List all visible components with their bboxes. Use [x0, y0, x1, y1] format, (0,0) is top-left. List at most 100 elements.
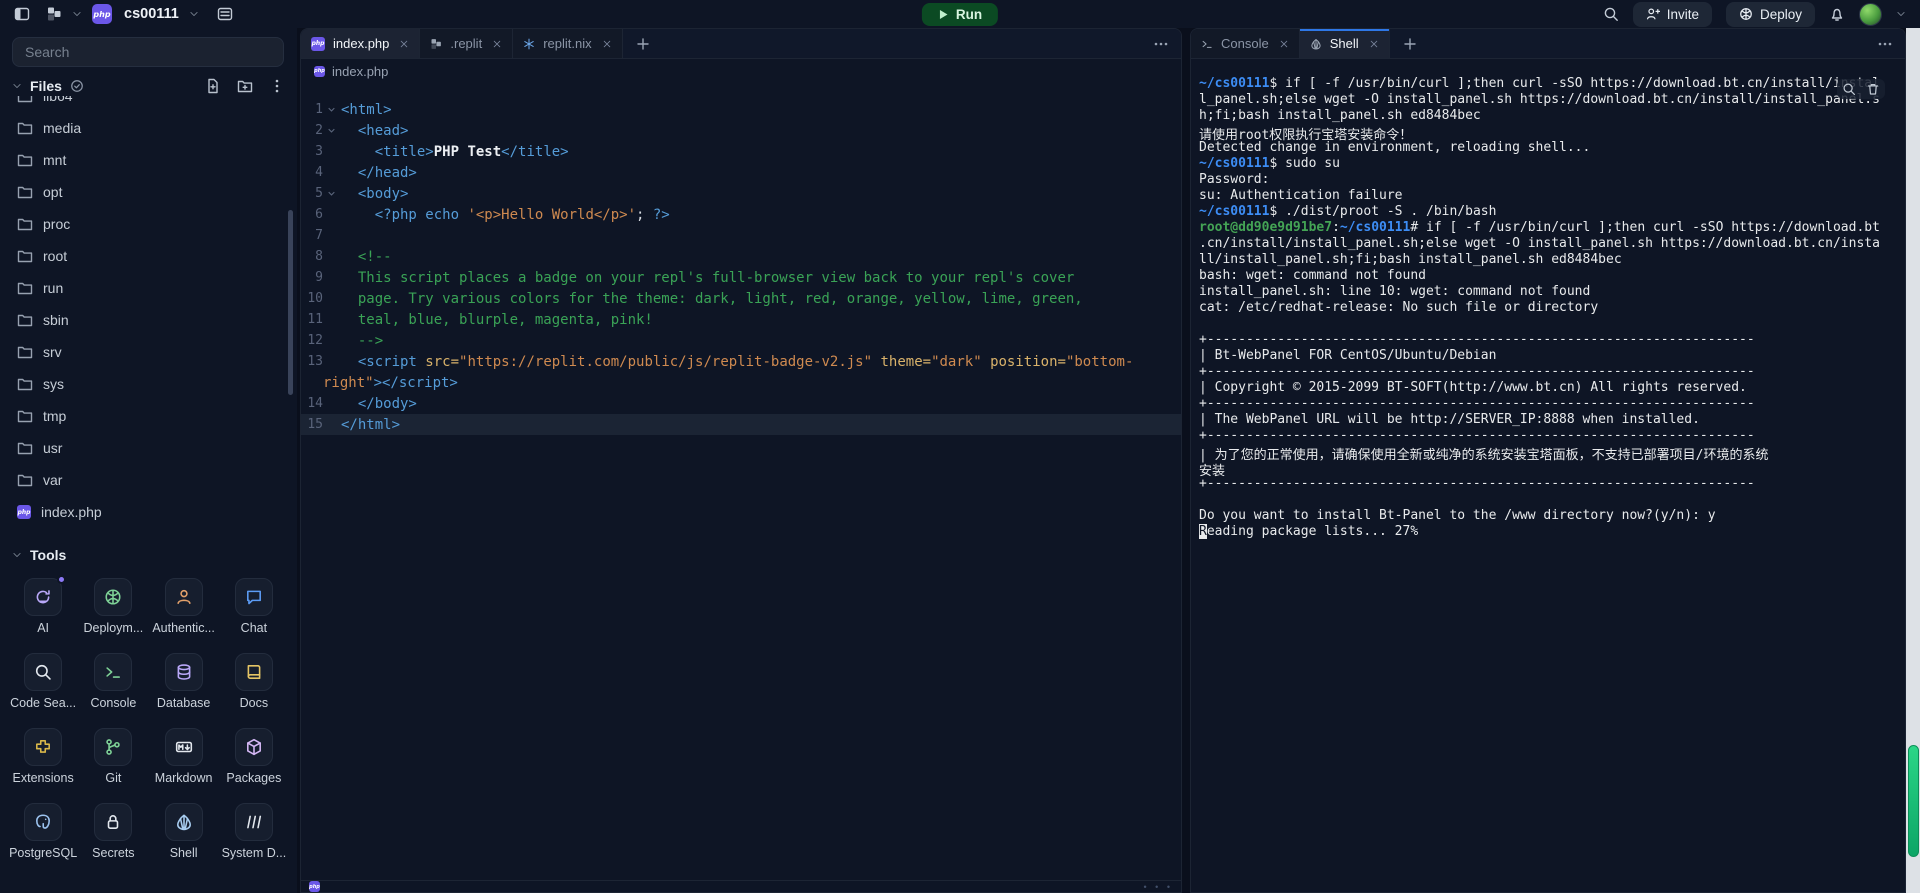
- person-plus-icon: [1646, 7, 1660, 21]
- tool-tile-postgresql[interactable]: PostgreSQL: [8, 803, 78, 878]
- new-file-icon[interactable]: [205, 78, 221, 94]
- fold-chevron-icon[interactable]: [323, 126, 339, 135]
- tool-tile-secrets[interactable]: Secrets: [78, 803, 148, 878]
- code-line-14[interactable]: 14 </body>: [301, 393, 1181, 414]
- file-tree-item-usr[interactable]: usr: [0, 432, 297, 464]
- editor-tabs-menu-icon[interactable]: [1141, 29, 1181, 58]
- code-line-8[interactable]: 8 <!--: [301, 246, 1181, 267]
- tool-tile-markdown[interactable]: Markdown: [149, 728, 219, 803]
- tool-tile-system-d-[interactable]: System D...: [219, 803, 289, 878]
- file-tree-item-var[interactable]: var: [0, 464, 297, 496]
- breadcrumb[interactable]: php index.php: [301, 59, 1181, 83]
- fold-chevron-icon[interactable]: [323, 189, 339, 198]
- window-scrollbar-thumb[interactable]: [1908, 745, 1919, 857]
- tool-tile-code-sea-[interactable]: Code Sea...: [8, 653, 78, 728]
- notifications-bell-icon[interactable]: [1829, 6, 1845, 22]
- tool-tile-deploym-[interactable]: Deploym...: [78, 578, 148, 653]
- file-tree-item-opt[interactable]: opt: [0, 176, 297, 208]
- close-icon[interactable]: [1279, 39, 1289, 49]
- shell-terminal[interactable]: ~/cs00111$ if [ -f /usr/bin/curl ];then …: [1191, 59, 1905, 540]
- chevron-down-icon[interactable]: [72, 9, 82, 19]
- workspace-name[interactable]: cs00111: [124, 6, 179, 22]
- code-line-10[interactable]: 10 page. Try various colors for the them…: [301, 288, 1181, 309]
- close-icon[interactable]: [492, 39, 502, 49]
- tool-tile-extensions[interactable]: Extensions: [8, 728, 78, 803]
- deploy-button[interactable]: Deploy: [1726, 2, 1815, 27]
- tool-tile-docs[interactable]: Docs: [219, 653, 289, 728]
- code-line-wrap[interactable]: right"></script>: [301, 372, 1181, 393]
- php-file-icon: php: [314, 66, 325, 77]
- tool-tile-git[interactable]: Git: [78, 728, 148, 803]
- chevron-down-icon[interactable]: [12, 550, 22, 560]
- file-tree-item-sbin[interactable]: sbin: [0, 304, 297, 336]
- window-scrollbar[interactable]: [1906, 28, 1920, 893]
- tab-shell[interactable]: Shell: [1300, 29, 1390, 58]
- new-folder-icon[interactable]: [237, 78, 253, 94]
- files-menu-icon[interactable]: [269, 78, 285, 94]
- code-line-6[interactable]: 6 <?php echo '<p>Hello World</p>'; ?>: [301, 204, 1181, 225]
- close-icon[interactable]: [602, 39, 612, 49]
- line-number: 15: [301, 417, 323, 432]
- tool-tile-console[interactable]: Console: [78, 653, 148, 728]
- avatar[interactable]: [1859, 3, 1882, 26]
- terminal-search-icon[interactable]: [1842, 82, 1856, 96]
- new-tab-icon[interactable]: [623, 29, 663, 58]
- run-button[interactable]: Run: [922, 3, 998, 26]
- tool-tile-database[interactable]: Database: [149, 653, 219, 728]
- shell-tabs-menu-icon[interactable]: [1865, 29, 1905, 58]
- file-tree-item-media[interactable]: media: [0, 112, 297, 144]
- line-number: 4: [301, 165, 323, 180]
- tab--replit[interactable]: .replit: [420, 29, 513, 58]
- file-tree-item-sys[interactable]: sys: [0, 368, 297, 400]
- invite-button[interactable]: Invite: [1633, 2, 1712, 27]
- code-line-1[interactable]: 1<html>: [301, 99, 1181, 120]
- code-line-4[interactable]: 4 </head>: [301, 162, 1181, 183]
- tool-tile-chat[interactable]: Chat: [219, 578, 289, 653]
- code-line-7[interactable]: 7: [301, 225, 1181, 246]
- terminal-line: ~/cs00111$ sudo su: [1199, 156, 1897, 172]
- tool-tile-packages[interactable]: Packages: [219, 728, 289, 803]
- new-shell-tab-icon[interactable]: [1390, 29, 1430, 58]
- code-line-3[interactable]: 3 <title>PHP Test</title>: [301, 141, 1181, 162]
- tool-tile-ai[interactable]: AI: [8, 578, 78, 653]
- chevron-down-icon[interactable]: [1896, 9, 1906, 19]
- code-editor[interactable]: 1<html>2 <head>3 <title>PHP Test</title>…: [301, 83, 1181, 435]
- close-icon[interactable]: [399, 39, 409, 49]
- file-tree-item-tmp[interactable]: tmp: [0, 400, 297, 432]
- code-line-12[interactable]: 12 -->: [301, 330, 1181, 351]
- file-tree-item-proc[interactable]: proc: [0, 208, 297, 240]
- tab-console[interactable]: Console: [1191, 29, 1300, 58]
- file-tree-item-root[interactable]: root: [0, 240, 297, 272]
- tab-replit-nix[interactable]: replit.nix: [513, 29, 622, 58]
- file-name: lib64: [43, 96, 73, 104]
- code-line-13[interactable]: 13 <script src="https://replit.com/publi…: [301, 351, 1181, 372]
- file-tree-item-mnt[interactable]: mnt: [0, 144, 297, 176]
- search-icon[interactable]: [1603, 6, 1619, 22]
- tool-tile-authentic-[interactable]: Authentic...: [149, 578, 219, 653]
- code-line-2[interactable]: 2 <head>: [301, 120, 1181, 141]
- file-tree-scrollbar[interactable]: [288, 210, 293, 395]
- fold-chevron-icon[interactable]: [323, 105, 339, 114]
- checkpoint-icon[interactable]: [70, 79, 84, 93]
- terminal-clear-icon[interactable]: [1866, 82, 1880, 96]
- file-tree-item-lib64[interactable]: lib64: [0, 96, 297, 112]
- line-number: 8: [301, 249, 323, 264]
- sidebar-toggle-icon[interactable]: [14, 6, 30, 22]
- close-icon[interactable]: [1369, 39, 1379, 49]
- search-input[interactable]: Search: [12, 37, 284, 67]
- tool-label: Extensions: [13, 771, 74, 785]
- chevron-down-icon[interactable]: [189, 9, 199, 19]
- tab-index-php[interactable]: phpindex.php: [301, 29, 420, 58]
- chevron-down-icon[interactable]: [12, 81, 22, 91]
- file-tree-item-run[interactable]: run: [0, 272, 297, 304]
- replit-logo-icon[interactable]: [46, 6, 62, 22]
- code-line-5[interactable]: 5 <body>: [301, 183, 1181, 204]
- code-line-15[interactable]: 15</html>: [301, 414, 1181, 435]
- tool-tile-shell[interactable]: Shell: [149, 803, 219, 878]
- code-line-11[interactable]: 11 teal, blue, blurple, magenta, pink!: [301, 309, 1181, 330]
- code-line-9[interactable]: 9 This script places a badge on your rep…: [301, 267, 1181, 288]
- file-tree-item-index.php[interactable]: phpindex.php: [0, 496, 297, 528]
- file-tree-item-srv[interactable]: srv: [0, 336, 297, 368]
- search-placeholder: Search: [25, 44, 69, 60]
- layout-icon[interactable]: [217, 6, 233, 22]
